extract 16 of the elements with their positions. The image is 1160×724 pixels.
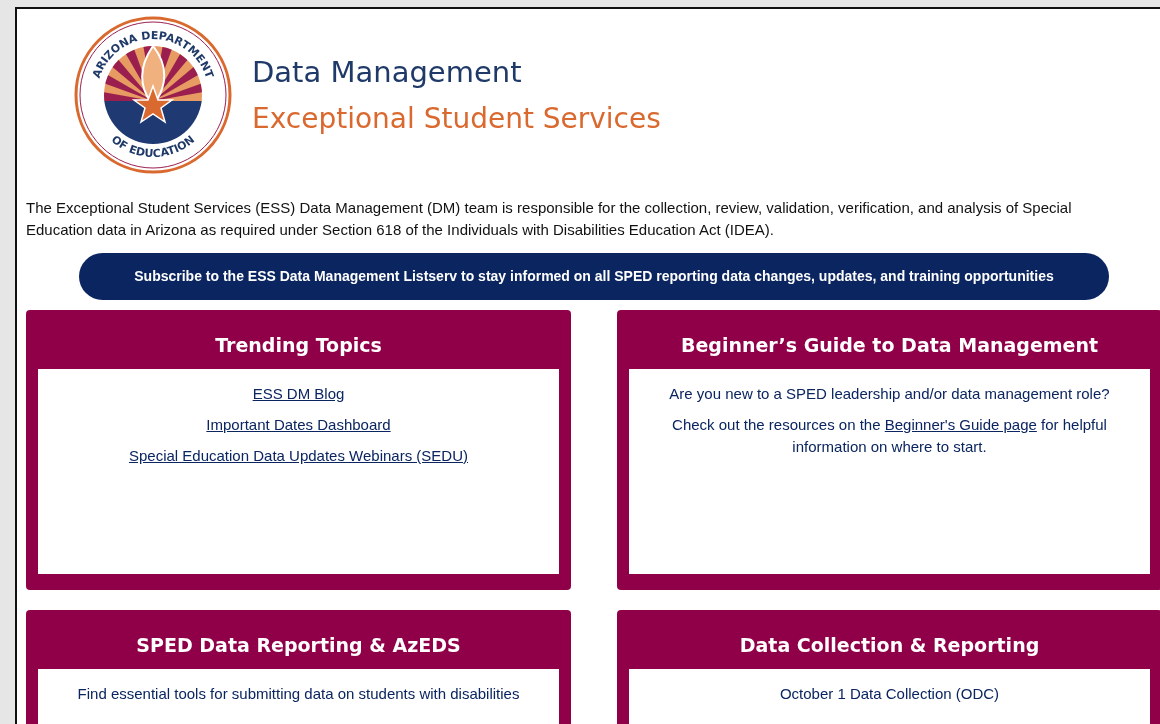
site-title: Data Management bbox=[252, 57, 523, 87]
card-text: Are you new to a SPED leadership and/or data management role? bbox=[668, 383, 1111, 404]
topic-link[interactable]: Special Education Data Updates Webinars (SEDU) bbox=[128, 446, 469, 464]
card-title: SPED Data Reporting & AzEDS bbox=[135, 633, 462, 658]
intro-paragraph: The Exceptional Student Services (ESS) Data Management (DM) team is responsible for the collection, review, validation, verification, and analysis of Special Education data in Arizona as required under Section 618 of the Individuals with Disabilities Education Act (IDEA). bbox=[26, 198, 1073, 240]
subscribe-button[interactable]: Subscribe to the ESS Data Management Listserv to stay informed on all SPED reporting data changes, updates, and training opportunities bbox=[79, 253, 1109, 300]
card-text: Check out the resources on the Beginner's Guide page for helpful information on where to start. bbox=[671, 414, 1108, 457]
topic-link[interactable]: October 1 Data Collection (ODC) bbox=[779, 684, 1000, 702]
topic-link[interactable]: Important Dates Dashboard bbox=[206, 415, 391, 433]
card-title: Data Collection & Reporting bbox=[738, 633, 1041, 658]
topic-link[interactable]: ESS DM Blog bbox=[252, 384, 345, 402]
site-subtitle: Exceptional Student Services bbox=[252, 104, 661, 133]
guide-link[interactable]: Beginner's Guide page bbox=[884, 415, 1037, 433]
card-title: Trending Topics bbox=[214, 333, 383, 358]
card-title: Beginner’s Guide to Data Management bbox=[679, 333, 1100, 358]
card-text: Find essential tools for submitting data on students with disabilities bbox=[76, 683, 521, 704]
